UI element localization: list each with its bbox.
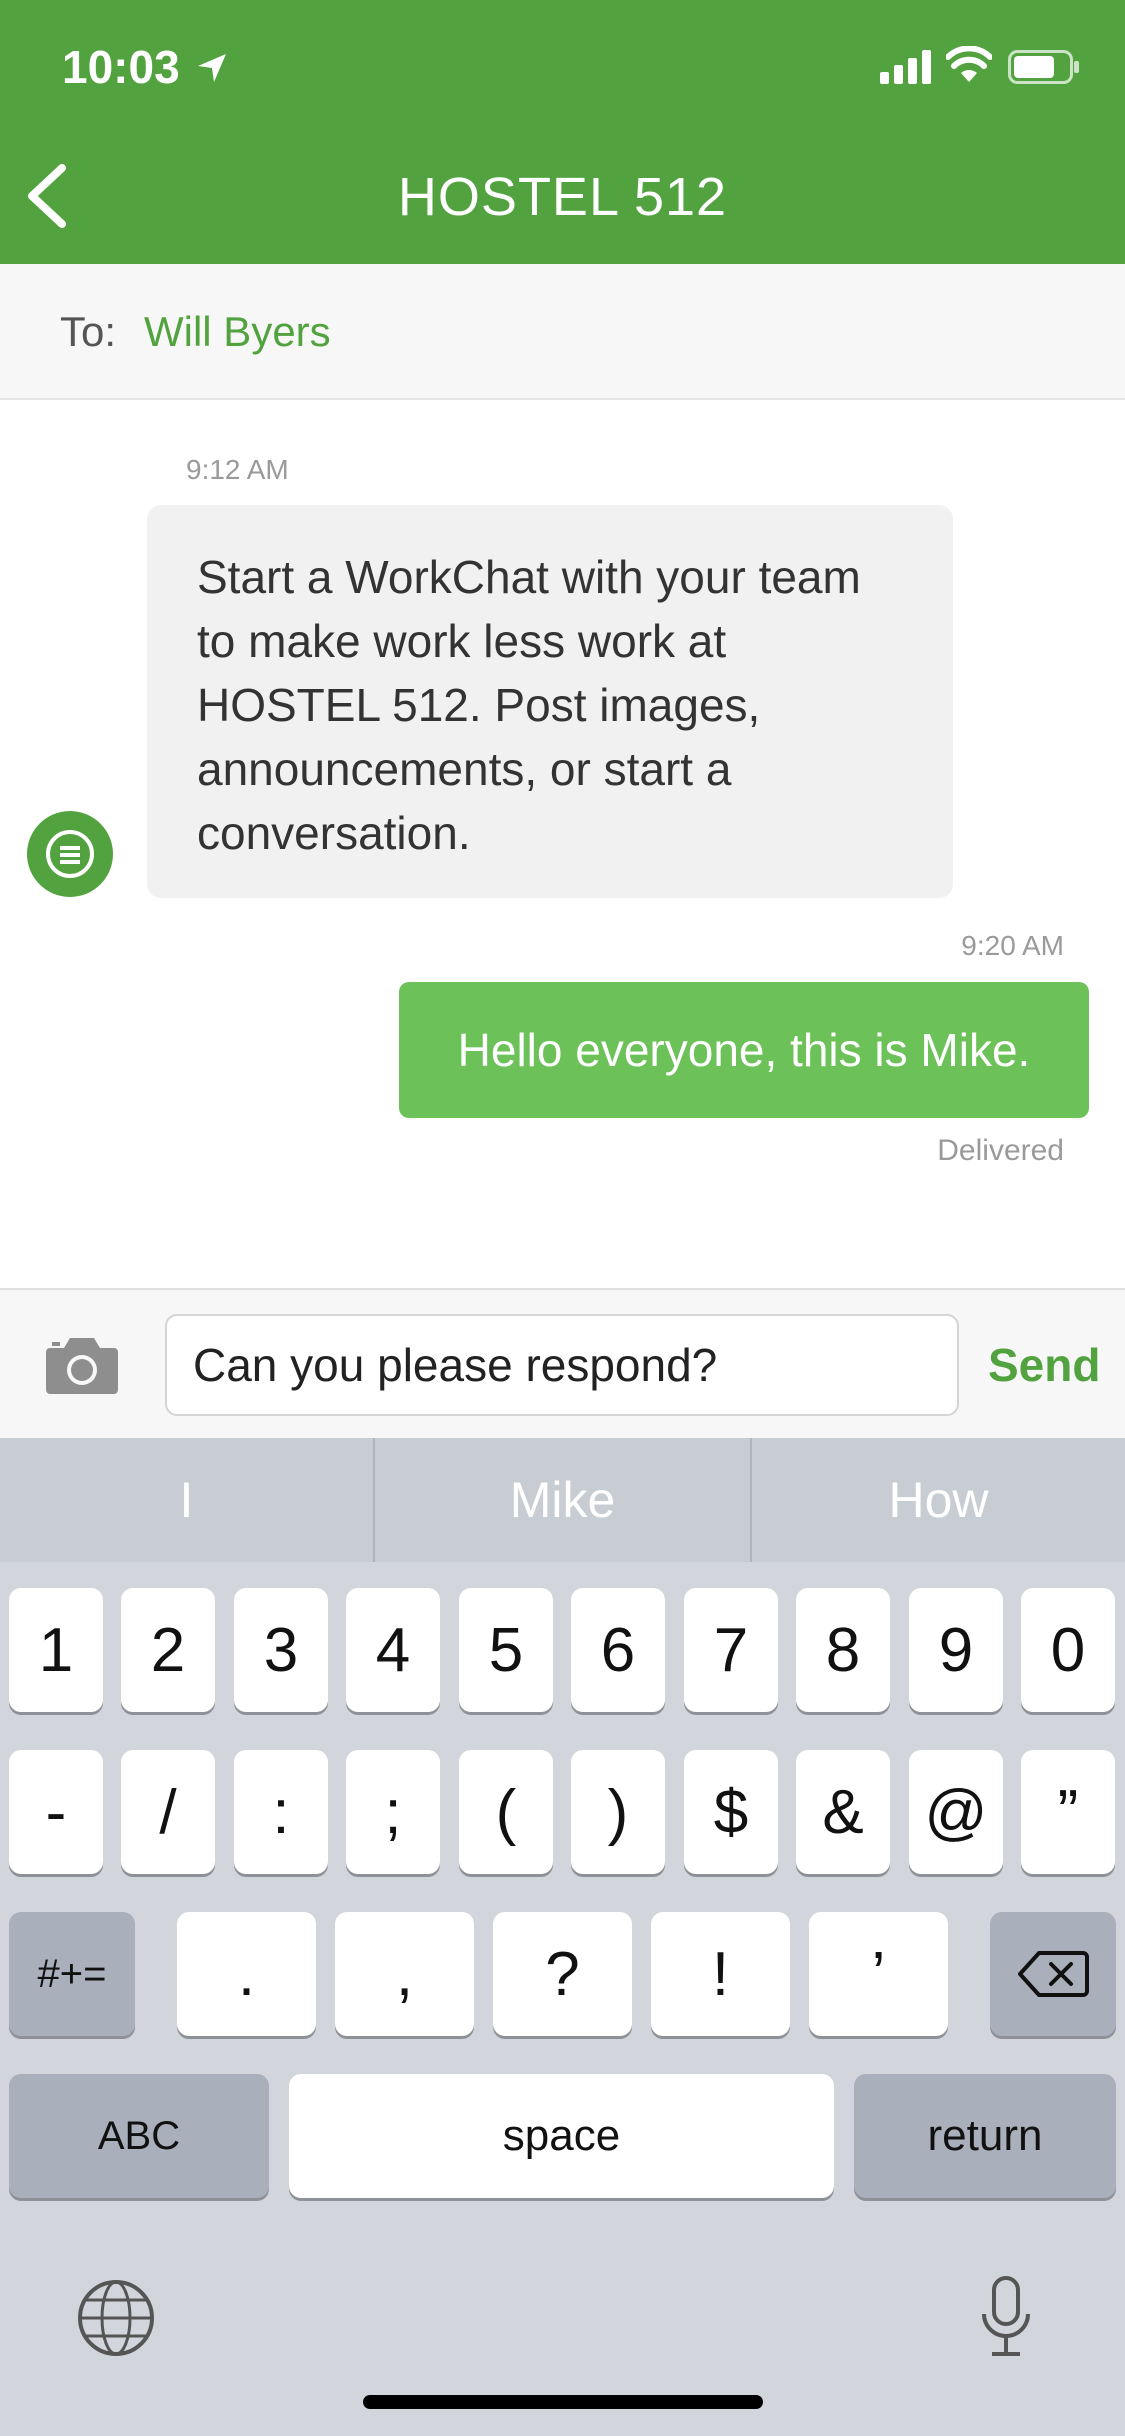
key-8[interactable]: 8 [796,1588,890,1712]
suggestion-item[interactable]: I [0,1438,373,1562]
suggestion-item[interactable]: How [752,1438,1125,1562]
backspace-key[interactable] [990,1912,1116,2036]
key-open-paren[interactable]: ( [459,1750,553,1874]
key-7[interactable]: 7 [684,1588,778,1712]
cellular-signal-icon [880,50,931,84]
battery-icon [1008,50,1079,84]
delivery-status: Delivered [937,1134,1064,1167]
message-composer: Send [0,1288,1125,1438]
recipient-name[interactable]: Will Byers [144,308,331,356]
key-question[interactable]: ? [493,1912,632,2036]
status-time: 10:03 [62,41,180,93]
page-title: HOSTEL 512 [397,167,728,227]
send-button[interactable]: Send [988,1338,1100,1392]
recipient-label: To: [60,308,117,355]
camera-icon[interactable] [44,1334,120,1396]
backspace-icon [1018,1951,1089,1997]
key-close-paren[interactable]: ) [571,1750,665,1874]
key-slash[interactable]: / [121,1750,215,1874]
key-symbols[interactable]: #+= [9,1912,135,2036]
location-arrow-icon [198,54,226,82]
key-abc[interactable]: ABC [9,2074,269,2198]
key-1[interactable]: 1 [9,1588,103,1712]
incoming-message-bubble[interactable]: Start a WorkChat with your team to make … [147,505,953,898]
message-input[interactable] [165,1314,959,1416]
key-9[interactable]: 9 [909,1588,1003,1712]
key-hyphen[interactable]: - [9,1750,103,1874]
app-header: 10:03 HOSTEL 512 [0,0,1125,264]
home-indicator[interactable] [363,2395,763,2409]
key-6[interactable]: 6 [571,1588,665,1712]
key-3[interactable]: 3 [234,1588,328,1712]
microphone-icon[interactable] [980,2276,1032,2360]
list-circle-icon [46,830,94,878]
space-key[interactable]: space [289,2074,834,2198]
key-2[interactable]: 2 [121,1588,215,1712]
key-colon[interactable]: : [234,1750,328,1874]
key-ampersand[interactable]: & [796,1750,890,1874]
outgoing-message-bubble[interactable]: Hello everyone, this is Mike. [399,982,1089,1118]
key-0[interactable]: 0 [1021,1588,1115,1712]
recipient-row: To: Will Byers [0,264,1125,400]
key-apostrophe[interactable]: ’ [809,1912,948,2036]
suggestion-item[interactable]: Mike [375,1438,750,1562]
key-semicolon[interactable]: ; [346,1750,440,1874]
key-comma[interactable]: , [335,1912,474,2036]
message-text: Hello everyone, this is Mike. [457,1024,1031,1076]
key-5[interactable]: 5 [459,1588,553,1712]
message-timestamp: 9:12 AM [186,454,289,485]
key-exclamation[interactable]: ! [651,1912,790,2036]
wifi-icon [946,46,992,82]
message-timestamp: 9:20 AM [961,930,1064,961]
suggestion-bar: I Mike How [0,1438,1125,1562]
key-period[interactable]: . [177,1912,316,2036]
keyboard: I Mike How 1 2 3 4 5 6 7 8 9 0 - / : ; (… [0,1438,1125,2436]
key-dollar[interactable]: $ [684,1750,778,1874]
key-quote[interactable]: ” [1021,1750,1115,1874]
key-at[interactable]: @ [909,1750,1003,1874]
return-key[interactable]: return [854,2074,1116,2198]
key-4[interactable]: 4 [346,1588,440,1712]
avatar [27,811,113,897]
globe-icon[interactable] [76,2278,156,2358]
